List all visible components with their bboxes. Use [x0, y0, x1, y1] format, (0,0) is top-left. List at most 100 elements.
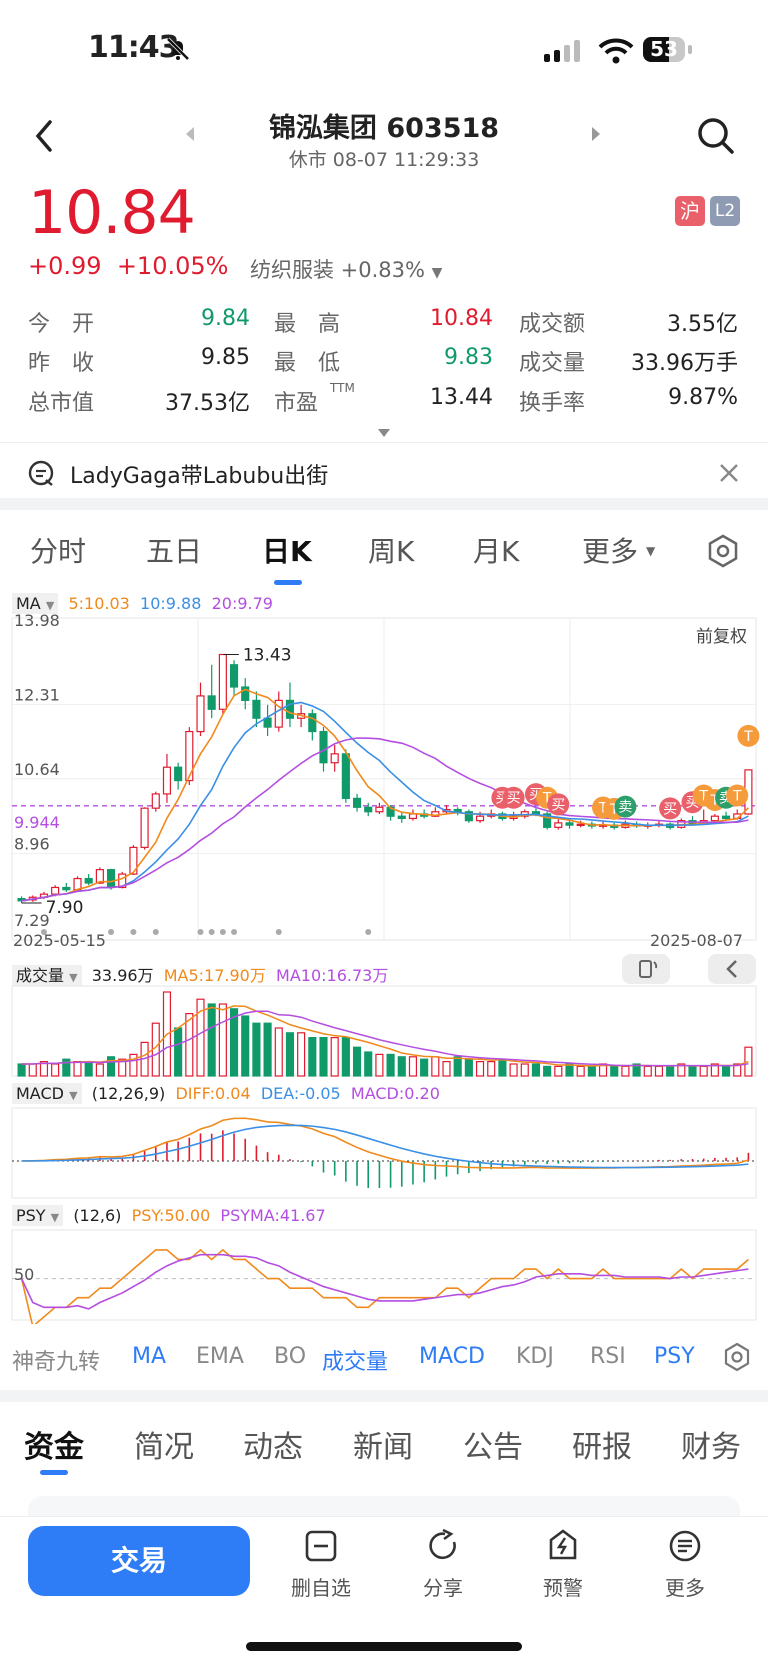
volume-chart[interactable] [0, 984, 768, 1080]
trade-marker[interactable]: 卖 [614, 795, 637, 818]
signal-icon [544, 40, 580, 62]
active-tab-indicator [274, 580, 302, 585]
level2-badge[interactable]: L2 [710, 196, 740, 226]
wifi-icon [598, 38, 634, 64]
trade-button[interactable]: 交易 [28, 1526, 250, 1596]
trade-marker[interactable]: T [737, 724, 760, 747]
period-tab[interactable]: 分时 [30, 530, 86, 570]
period-tab[interactable]: 日K [262, 530, 312, 570]
volume-bar [386, 1053, 395, 1077]
indicator-tab[interactable]: MACD [419, 1344, 485, 1369]
macd-selector[interactable]: MACD ▼ [12, 1083, 82, 1104]
ma-selector[interactable]: MA ▼ [12, 593, 59, 614]
expand-quote-icon[interactable] [377, 428, 391, 438]
volume-bar [185, 1013, 194, 1077]
bottom-action-1[interactable]: 分享 [398, 1528, 488, 1600]
bottom-action-label: 预警 [543, 1576, 583, 1600]
macd-chart[interactable] [0, 1106, 768, 1202]
low-label: 7.90 [46, 898, 84, 918]
indicator-tab[interactable]: 成交量 [322, 1344, 388, 1376]
bottom-action-2[interactable]: 预警 [518, 1528, 608, 1600]
event-dot[interactable] [275, 929, 282, 935]
volume-bar [106, 1056, 116, 1077]
indicator-settings-icon[interactable] [722, 1342, 752, 1372]
prev-close-label: 9.944 [14, 813, 60, 832]
candle-body [51, 886, 60, 895]
quote-label: 总市值 [28, 391, 95, 416]
trade-marker[interactable]: 买 [659, 797, 682, 820]
quote-label: 昨 收 [28, 351, 95, 376]
trade-marker-label: 买 [551, 797, 565, 813]
volume-bar [274, 1027, 283, 1077]
bottom-action-3[interactable]: 更多 [640, 1528, 730, 1600]
event-dot[interactable] [152, 929, 159, 935]
kline-chart[interactable]: 13.9812.3110.648.967.299.94413.437.90买买买… [0, 588, 768, 948]
rotate-button[interactable] [622, 954, 670, 984]
candle-body [565, 822, 574, 826]
section-tab[interactable]: 财务 [681, 1422, 741, 1466]
volume-bar [666, 1065, 675, 1077]
volume-bar [721, 1065, 731, 1077]
section-tab[interactable]: 研报 [572, 1422, 632, 1466]
volume-bar [509, 1063, 518, 1077]
event-dot[interactable] [108, 929, 115, 935]
volume-ma5: MA5:17.90万 [163, 966, 266, 985]
close-icon[interactable] [718, 462, 740, 484]
section-tab[interactable]: 简况 [134, 1422, 194, 1466]
quote-value: 9.84 [201, 306, 250, 331]
indicator-tab[interactable]: BOLL [274, 1344, 306, 1369]
indicator-tab[interactable]: KDJ [516, 1344, 554, 1369]
candle-body [84, 877, 93, 884]
notice-bar[interactable]: LadyGaga带Labubu出街 [0, 446, 768, 498]
event-dot[interactable] [365, 929, 372, 935]
trade-marker-label: T [732, 789, 742, 805]
indicator-tab[interactable]: EMA [196, 1344, 244, 1369]
event-dot[interactable] [208, 929, 215, 935]
bottom-action-0[interactable]: 删自选 [276, 1528, 366, 1600]
section-tab[interactable]: 动态 [243, 1422, 303, 1466]
section-tab[interactable]: 公告 [463, 1422, 523, 1466]
section-tab[interactable]: 资金 [24, 1422, 84, 1466]
psy-selector[interactable]: PSY ▼ [12, 1205, 64, 1226]
period-tab[interactable]: 更多 [582, 530, 638, 570]
collapse-button[interactable] [708, 954, 756, 984]
event-dot[interactable] [231, 929, 238, 935]
ma5-value: 5:10.03 [68, 594, 130, 613]
psy-chart[interactable] [0, 1228, 768, 1324]
minus-box-icon [305, 1530, 337, 1562]
trade-marker[interactable]: T [726, 784, 749, 807]
ma20-line [21, 737, 749, 902]
change-pct: +10.05% [116, 252, 229, 280]
volume-bar [28, 1063, 37, 1077]
event-dot[interactable] [197, 929, 204, 935]
volume-bar [263, 1022, 272, 1077]
event-dot[interactable] [219, 929, 226, 935]
indicator-tab[interactable]: 神奇九转 [12, 1344, 100, 1376]
psyma-line [20, 1253, 749, 1310]
period-tab[interactable]: 月K [473, 530, 519, 570]
period-tab[interactable]: 周K [368, 530, 414, 570]
volume-bar [643, 1065, 652, 1077]
section-tab[interactable]: 新闻 [353, 1422, 413, 1466]
adjust-mode[interactable]: 前复权 [696, 622, 747, 647]
period-tab[interactable]: 五日 [146, 530, 202, 570]
next-stock-icon[interactable] [590, 126, 602, 142]
indicator-tab[interactable]: RSI [590, 1344, 626, 1369]
volume-selector[interactable]: 成交量 ▼ [12, 965, 82, 986]
high-label: 13.43 [243, 645, 292, 665]
caret-down-icon: ▼ [646, 544, 656, 558]
trade-marker-label: T [743, 729, 753, 745]
sector-link[interactable]: 纺织服装 +0.83% ▼ [250, 254, 442, 284]
indicator-tab[interactable]: PSY [654, 1344, 695, 1369]
trade-marker[interactable]: 买 [502, 786, 525, 809]
macd-dea: DEA:-0.05 [260, 1084, 341, 1103]
chart-settings-icon[interactable] [706, 534, 740, 568]
indicator-tab[interactable]: MA [132, 1344, 166, 1369]
trade-marker[interactable]: 买 [547, 793, 570, 816]
volume-bar [744, 1046, 753, 1077]
event-dot[interactable] [130, 929, 137, 935]
quote-label: 今 开 [28, 312, 95, 337]
candle-body [140, 807, 149, 848]
search-icon[interactable] [696, 116, 736, 156]
candle-body [252, 699, 261, 719]
